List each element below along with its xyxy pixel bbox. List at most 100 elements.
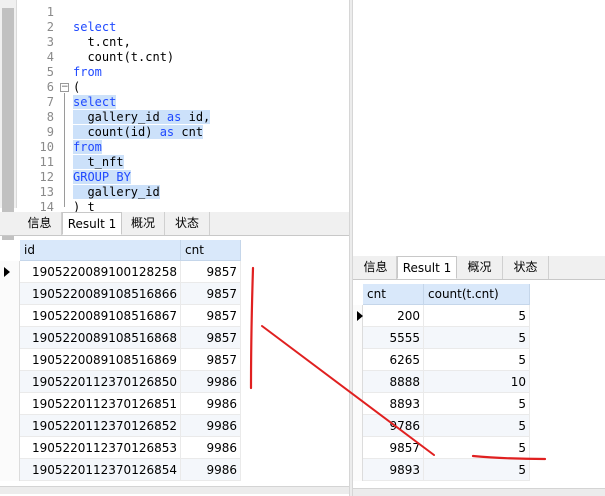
row-selector[interactable] bbox=[353, 327, 363, 349]
table-row[interactable]: 200 5 bbox=[353, 305, 530, 327]
table-cell[interactable]: 9893 bbox=[363, 459, 424, 481]
column-header-id[interactable]: id bbox=[20, 240, 181, 261]
table-cell[interactable]: 1905220112370126852 bbox=[20, 415, 181, 437]
table-cell[interactable]: 5 bbox=[424, 349, 530, 371]
table-row[interactable]: 9786 5 bbox=[353, 415, 530, 437]
table-cell[interactable]: 9986 bbox=[181, 437, 241, 459]
row-selector[interactable] bbox=[0, 459, 20, 481]
table-cell[interactable]: 1905220112370126854 bbox=[20, 459, 181, 481]
tab-profile[interactable]: 概况 bbox=[122, 212, 165, 235]
table-cell[interactable]: 6265 bbox=[363, 349, 424, 371]
table-row[interactable]: 9857 5 bbox=[353, 437, 530, 459]
line-number: 10 bbox=[39, 140, 54, 154]
table-cell[interactable]: 9986 bbox=[181, 393, 241, 415]
row-selector[interactable] bbox=[353, 415, 363, 437]
line-number: 7 bbox=[46, 95, 54, 109]
tab-info[interactable]: 信息 bbox=[355, 256, 397, 279]
grid-horizontal-scrollbar[interactable] bbox=[0, 486, 349, 494]
row-selector[interactable] bbox=[0, 261, 20, 283]
table-cell[interactable]: 10 bbox=[424, 371, 530, 393]
sql-token: id, bbox=[181, 110, 211, 124]
table-cell[interactable]: 8888 bbox=[363, 371, 424, 393]
table-cell[interactable]: 9986 bbox=[181, 415, 241, 437]
row-selector[interactable] bbox=[0, 283, 20, 305]
row-selector[interactable] bbox=[0, 437, 20, 459]
table-cell[interactable]: 9986 bbox=[181, 459, 241, 481]
table-cell[interactable]: 1905220112370126851 bbox=[20, 393, 181, 415]
table-cell[interactable]: 5 bbox=[424, 393, 530, 415]
table-cell[interactable]: 5 bbox=[424, 459, 530, 481]
table-cell[interactable]: 1905220089108516867 bbox=[20, 305, 181, 327]
tab-info[interactable]: 信息 bbox=[18, 212, 62, 235]
row-selector[interactable] bbox=[0, 415, 20, 437]
tab-result-1[interactable]: Result 1 bbox=[62, 212, 122, 235]
table-cell[interactable]: 1905220089108516868 bbox=[20, 327, 181, 349]
line-number: 12 bbox=[39, 170, 54, 184]
table-cell[interactable]: 5 bbox=[424, 327, 530, 349]
code-line: 9from bbox=[353, 126, 605, 141]
row-selector[interactable] bbox=[353, 371, 363, 393]
table-cell[interactable]: 8893 bbox=[363, 393, 424, 415]
table-row[interactable]: 1905220089108516868 9857 bbox=[0, 327, 241, 349]
table-cell[interactable]: 5 bbox=[424, 305, 530, 327]
code-text: from bbox=[73, 140, 102, 155]
row-selector[interactable] bbox=[353, 305, 363, 327]
table-row[interactable]: 8888 10 bbox=[353, 371, 530, 393]
row-selector[interactable] bbox=[353, 437, 363, 459]
table-row[interactable]: 1905220089108516869 9857 bbox=[0, 349, 241, 371]
table-cell[interactable]: 9986 bbox=[181, 371, 241, 393]
tab-profile[interactable]: 概况 bbox=[457, 256, 503, 279]
row-selector[interactable] bbox=[353, 349, 363, 371]
row-selector[interactable] bbox=[0, 327, 20, 349]
table-row[interactable]: 1905220089100128258 9857 bbox=[0, 261, 241, 283]
table-cell[interactable]: 9857 bbox=[363, 437, 424, 459]
left-sql-editor[interactable]: 1 2 select 3 t.cnt, 4 count(t.cnt) 5 from 6(7 se… bbox=[0, 0, 349, 308]
table-cell[interactable]: 5 bbox=[424, 415, 530, 437]
row-selector[interactable] bbox=[353, 459, 363, 481]
table-row[interactable]: 1905220112370126854 9986 bbox=[0, 459, 241, 481]
row-selector[interactable] bbox=[0, 371, 20, 393]
table-row[interactable]: 1905220112370126852 9986 bbox=[0, 415, 241, 437]
table-cell[interactable]: 9857 bbox=[181, 305, 241, 327]
tab-status[interactable]: 状态 bbox=[503, 256, 549, 279]
table-cell[interactable]: 9857 bbox=[181, 283, 241, 305]
column-header-count-t-cnt-[interactable]: count(t.cnt) bbox=[424, 284, 530, 305]
table-cell[interactable]: 1905220089100128258 bbox=[20, 261, 181, 283]
table-cell[interactable]: 1905220112370126850 bbox=[20, 371, 181, 393]
sql-token: gallery_id bbox=[73, 185, 160, 199]
table-cell[interactable]: 9857 bbox=[181, 349, 241, 371]
table-row[interactable]: 8893 5 bbox=[353, 393, 530, 415]
table-row[interactable]: 1905220089108516866 9857 bbox=[0, 283, 241, 305]
table-cell[interactable]: 9857 bbox=[181, 327, 241, 349]
table-cell[interactable]: 1905220089108516866 bbox=[20, 283, 181, 305]
column-header-cnt[interactable]: cnt bbox=[181, 240, 241, 261]
row-selector[interactable] bbox=[0, 393, 20, 415]
right-sql-editor[interactable]: 1select2 t.cnt,3 count(t.cnt)4from5(6sel… bbox=[353, 0, 605, 250]
grid-horizontal-scrollbar[interactable] bbox=[353, 488, 605, 496]
table-row[interactable]: 6265 5 bbox=[353, 349, 530, 371]
table-cell[interactable]: 9786 bbox=[363, 415, 424, 437]
table-cell[interactable]: 5 bbox=[424, 437, 530, 459]
table-row[interactable]: 1905220112370126850 9986 bbox=[0, 371, 241, 393]
fold-toggle-icon[interactable]: − bbox=[60, 83, 69, 92]
left-result-grid: id cnt 1905220089100128258 9857 190522008910… bbox=[0, 240, 349, 496]
code-line: 3 t.cnt, bbox=[0, 35, 349, 50]
table-cell[interactable]: 200 bbox=[363, 305, 424, 327]
column-header-cnt[interactable]: cnt bbox=[363, 284, 424, 305]
table-row[interactable]: 5555 5 bbox=[353, 327, 530, 349]
table-cell[interactable]: 5555 bbox=[363, 327, 424, 349]
table-cell[interactable]: 9857 bbox=[181, 261, 241, 283]
row-selector[interactable] bbox=[353, 393, 363, 415]
tab-result-1[interactable]: Result 1 bbox=[397, 256, 457, 279]
table-row[interactable]: 1905220089108516867 9857 bbox=[0, 305, 241, 327]
table-cell[interactable]: 1905220089108516869 bbox=[20, 349, 181, 371]
line-number: 13 bbox=[39, 185, 54, 199]
row-selector[interactable] bbox=[0, 349, 20, 371]
code-line: 13 gallery_id bbox=[0, 185, 349, 200]
table-row[interactable]: 9893 5 bbox=[353, 459, 530, 481]
table-row[interactable]: 1905220112370126851 9986 bbox=[0, 393, 241, 415]
table-row[interactable]: 1905220112370126853 9986 bbox=[0, 437, 241, 459]
table-cell[interactable]: 1905220112370126853 bbox=[20, 437, 181, 459]
row-selector[interactable] bbox=[0, 305, 20, 327]
tab-status[interactable]: 状态 bbox=[165, 212, 210, 235]
